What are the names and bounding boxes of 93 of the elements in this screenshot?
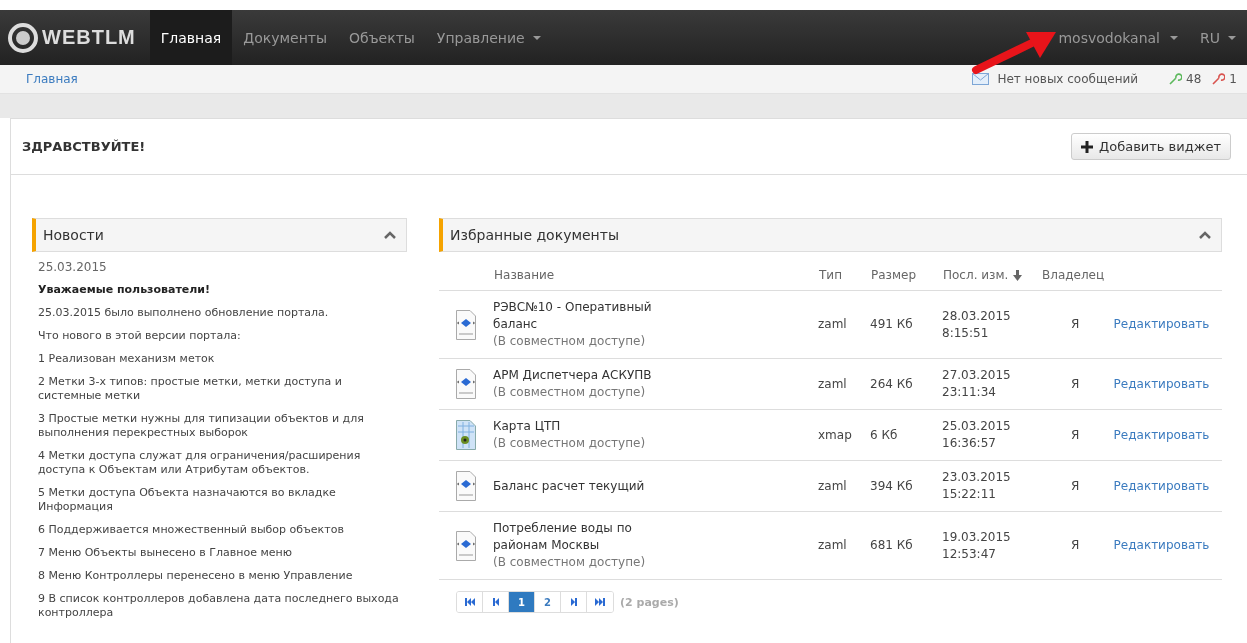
size-cell: 394 Кб — [870, 478, 913, 493]
size-cell: 264 Кб — [870, 376, 913, 391]
caret-icon — [1170, 35, 1178, 40]
edit-link[interactable]: Редактировать — [1113, 317, 1210, 331]
collapse-icon[interactable] — [1199, 231, 1211, 239]
breadcrumb-link[interactable]: Главная — [26, 72, 78, 86]
date-cell-text: 19.03.2015 — [942, 528, 1012, 546]
column-header[interactable]: Название — [494, 268, 555, 282]
news-date: 25.03.2015 — [38, 260, 108, 274]
logo-icon — [8, 22, 38, 53]
document-name[interactable]: РЭВС№10 - Оперативный баланс — [493, 299, 683, 333]
edit-link[interactable]: Редактировать — [1113, 478, 1210, 493]
news-paragraph: Что нового в этой версии портала: — [38, 329, 242, 343]
document-icon — [456, 369, 476, 399]
news-paragraph: 8 Меню Контроллеры перенесено в меню Управление — [38, 569, 354, 583]
caret-icon — [1228, 35, 1236, 40]
news-paragraph: 6 Поддерживается множественный выбор объектов — [38, 523, 345, 537]
news-heading: Уважаемые пользователи! — [38, 283, 212, 297]
type-cell: zaml — [818, 478, 847, 493]
column-header[interactable]: Размер — [871, 268, 917, 282]
next-page-icon — [570, 598, 577, 606]
type-cell: zaml — [818, 376, 847, 391]
envelope-icon — [972, 73, 990, 85]
document-name[interactable]: АРМ Диспетчера АСКУПВ — [493, 367, 683, 384]
document-name[interactable]: Потребление воды по районам Москвы — [493, 520, 683, 554]
shared-note: (В совместном доступе) — [493, 384, 647, 401]
time-cell-text: 16:36:57 — [942, 435, 997, 452]
news-paragraph: 9 В список контроллеров добавлена дата последнего выхода контроллера — [38, 592, 400, 620]
date-cell-text: 27.03.2015 — [942, 367, 1012, 384]
shared-note: (В совместном доступе) — [493, 333, 647, 350]
size-cell: 6 Кб — [870, 427, 898, 442]
owner-cell: Я — [1071, 317, 1080, 331]
map-document-icon — [456, 420, 476, 450]
document-icon — [456, 530, 476, 561]
size-cell: 681 Кб — [870, 538, 913, 552]
page-title: ЗДРАВСТВУЙТЕ! — [22, 139, 146, 154]
column-header[interactable]: Владелец — [1042, 268, 1105, 282]
shared-note: (В совместном доступе) — [493, 554, 647, 571]
ok-count[interactable]: 48 — [1186, 72, 1202, 86]
time-cell-text: 23:11:34 — [942, 384, 997, 401]
edit-link[interactable]: Редактировать — [1113, 427, 1210, 442]
document-name[interactable]: Карта ЦТП — [493, 418, 683, 435]
owner-cell: Я — [1071, 478, 1080, 493]
news-paragraph: 1 Реализован механизм меток — [38, 352, 216, 366]
time-cell-text: 12:53:47 — [942, 545, 997, 563]
news-paragraph: 2 Метки 3-х типов: простые метки, метки доступа и системные метки — [38, 375, 343, 403]
nav-item[interactable]: Документы — [232, 10, 339, 65]
news-paragraph: 25.03.2015 было выполнено обновление портала. — [38, 306, 330, 320]
page-count: (2 pages) — [620, 595, 679, 609]
wrench-icon — [1211, 72, 1226, 86]
owner-cell: Я — [1071, 376, 1080, 391]
type-cell: zaml — [818, 538, 847, 552]
owner-cell: Я — [1071, 427, 1080, 442]
last-page-icon — [595, 598, 605, 606]
date-cell-text: 28.03.2015 — [942, 307, 1012, 325]
edit-link[interactable]: Редактировать — [1113, 376, 1210, 391]
wrench-icon — [1168, 72, 1183, 86]
add-widget-button[interactable]: Добавить виджет — [1071, 133, 1231, 160]
date-cell-text: 25.03.2015 — [942, 418, 1012, 435]
nav-item[interactable]: Объекты — [338, 10, 426, 65]
date-cell-text: 23.03.2015 — [942, 469, 1012, 486]
first-page-icon — [464, 598, 475, 606]
time-cell-text: 15:22:11 — [942, 486, 997, 503]
plus-icon — [1081, 140, 1094, 153]
error-count[interactable]: 1 — [1229, 72, 1237, 86]
news-paragraph: 3 Простые метки нужны для типизации объектов и для выполнения перекрестных выборок — [38, 412, 365, 440]
type-cell: xmap — [818, 427, 852, 442]
first-page-button[interactable] — [457, 592, 483, 612]
document-icon — [456, 309, 476, 340]
edit-link[interactable]: Редактировать — [1113, 538, 1210, 552]
document-icon — [456, 471, 476, 501]
widget-title: Новости — [43, 227, 104, 243]
collapse-icon[interactable] — [384, 231, 396, 239]
nav-item[interactable]: Управление — [425, 10, 552, 65]
news-paragraph: 5 Метки доступа Объекта назначаются во вкладке Информация — [38, 486, 337, 514]
nav-item[interactable]: Главная — [149, 10, 233, 65]
logo-text[interactable]: WEBTLM — [42, 26, 136, 49]
previous-page-icon — [492, 598, 499, 606]
document-name[interactable]: Баланс расчет текущий — [493, 477, 683, 495]
size-cell: 491 Кб — [870, 317, 913, 331]
time-cell-text: 8:15:51 — [942, 324, 990, 342]
language-menu[interactable]: RU — [1189, 10, 1247, 65]
owner-cell: Я — [1071, 538, 1080, 552]
page-button[interactable]: 1 — [509, 592, 535, 612]
column-header[interactable]: Тип — [819, 268, 842, 282]
news-paragraph: 4 Метки доступа служат для ограничения/расширения доступа к Объектам или Атрибутам объектов. — [38, 449, 362, 477]
user-menu[interactable]: mosvodokanal — [1047, 10, 1189, 65]
messages-status[interactable]: Нет новых сообщений — [997, 72, 1139, 86]
type-cell: zaml — [818, 317, 847, 331]
shared-note: (В совместном доступе) — [493, 435, 647, 452]
widget-title: Избранные документы — [450, 227, 619, 243]
news-paragraph: 7 Меню Объекты вынесено в Главное меню — [38, 546, 293, 560]
column-header[interactable]: Посл. изм. — [943, 268, 1023, 282]
